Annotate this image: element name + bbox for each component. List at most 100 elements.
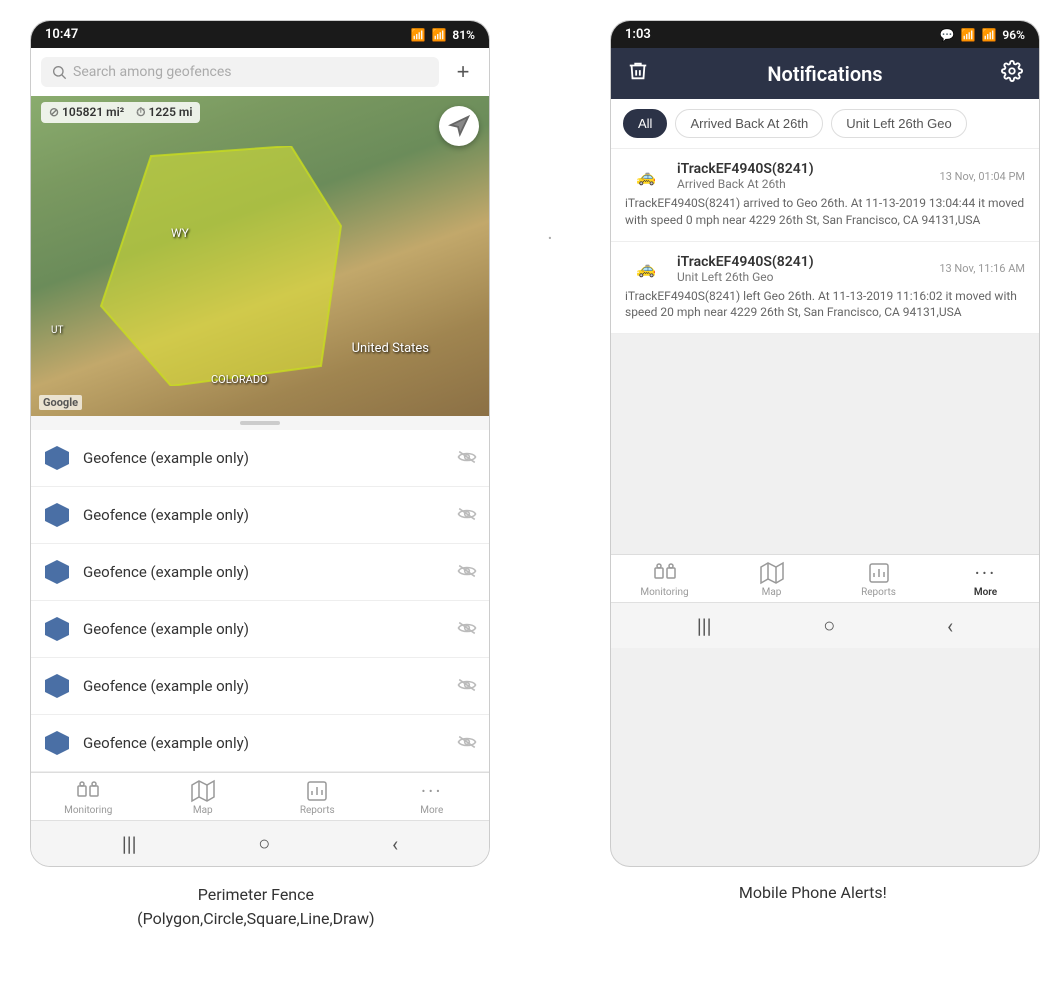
monitoring-icon	[76, 779, 100, 803]
geofence-name: Geofence (example only)	[83, 563, 445, 581]
map-navigation-button[interactable]	[439, 106, 479, 146]
right-recent-apps-button[interactable]: |||	[697, 614, 712, 638]
right-back-button[interactable]: ‹	[947, 614, 953, 638]
right-nav-more[interactable]: ··· More	[932, 561, 1039, 598]
caption-spacer	[522, 877, 562, 931]
empty-state-area	[611, 334, 1039, 554]
left-time: 10:47	[45, 27, 78, 42]
search-placeholder: Search among geofences	[73, 64, 232, 80]
add-geofence-button[interactable]: +	[447, 56, 479, 88]
filter-all-tab[interactable]: All	[623, 109, 667, 138]
right-status-bar: 1:03 💬 📶 📶 96%	[611, 21, 1039, 48]
captions-row: Perimeter Fence (Polygon,Circle,Square,L…	[0, 867, 1054, 931]
nav-more-label: More	[420, 805, 443, 816]
map-dist-stat: ⏱ 1225 mi	[136, 105, 192, 120]
scroll-dot	[240, 421, 280, 425]
right-nav-map[interactable]: Map	[718, 561, 825, 598]
nav-map-label: Map	[193, 805, 213, 816]
notif-header-1: 🚕 iTrackEF4940S(8241) Arrived Back At 26…	[625, 161, 1025, 191]
hide-icon[interactable]	[457, 448, 477, 469]
map-label-ut: UT	[51, 325, 63, 336]
home-button[interactable]: ○	[258, 831, 270, 856]
delete-button[interactable]	[627, 60, 649, 87]
filter-tabs: All Arrived Back At 26th Unit Left 26th …	[611, 99, 1039, 149]
list-item[interactable]: Geofence (example only)	[31, 658, 489, 715]
left-phone: 10:47 📶 📶 81% Search among geofences +	[30, 20, 490, 867]
list-item[interactable]: Geofence (example only)	[31, 544, 489, 601]
wifi-icon: 📶	[411, 28, 426, 42]
notifications-title: Notifications	[661, 62, 989, 86]
map-area: ⊘ 105821 mi² ⏱ 1225 mi WY United States …	[31, 96, 489, 416]
geofence-icon	[43, 615, 71, 643]
filter-arrived-tab[interactable]: Arrived Back At 26th	[675, 109, 823, 138]
right-nav-reports[interactable]: Reports	[825, 561, 932, 598]
nav-more[interactable]: ··· More	[375, 779, 490, 816]
hide-icon[interactable]	[457, 676, 477, 697]
left-caption-text: Perimeter Fence (Polygon,Circle,Square,L…	[137, 885, 374, 928]
hide-icon[interactable]	[457, 619, 477, 640]
right-map-icon	[760, 561, 784, 585]
notif-time-1: 13 Nov, 01:04 PM	[940, 170, 1025, 183]
google-logo: Google	[39, 395, 82, 410]
search-input-wrap[interactable]: Search among geofences	[41, 57, 439, 87]
settings-button[interactable]	[1001, 60, 1023, 87]
geofence-name: Geofence (example only)	[83, 677, 445, 695]
right-time: 1:03	[625, 27, 651, 42]
right-caption-text: Mobile Phone Alerts!	[739, 883, 887, 902]
nav-reports[interactable]: Reports	[260, 779, 375, 816]
left-battery: 81%	[452, 28, 475, 42]
hide-icon[interactable]	[457, 505, 477, 526]
map-label-wy: WY	[171, 226, 189, 240]
notif-body-1: iTrackEF4940S(8241) arrived to Geo 26th.…	[625, 195, 1025, 229]
hide-icon[interactable]	[457, 733, 477, 754]
hide-icon[interactable]	[457, 562, 477, 583]
list-item[interactable]: Geofence (example only)	[31, 430, 489, 487]
left-status-icons: 📶 📶 81%	[411, 28, 475, 42]
map-stats: ⊘ 105821 mi² ⏱ 1225 mi	[41, 102, 200, 123]
nav-reports-label: Reports	[300, 805, 335, 816]
geofence-name: Geofence (example only)	[83, 734, 445, 752]
right-nav-monitoring[interactable]: Monitoring	[611, 561, 718, 598]
notif-event-1: Arrived Back At 26th	[677, 177, 930, 191]
list-item[interactable]: Geofence (example only)	[31, 715, 489, 772]
right-more-icon: ···	[975, 561, 997, 585]
nav-map[interactable]: Map	[146, 779, 261, 816]
right-nav-more-label: More	[974, 587, 997, 598]
notif-info-2: iTrackEF4940S(8241) Unit Left 26th Geo	[677, 254, 929, 284]
right-monitoring-icon	[653, 561, 677, 585]
right-phone: 1:03 💬 📶 📶 96% Notifications	[610, 20, 1040, 867]
signal-icon: 📶	[431, 28, 446, 42]
notif-header-2: 🚕 iTrackEF4940S(8241) Unit Left 26th Geo…	[625, 254, 1025, 284]
right-status-icons: 💬 📶 📶 96%	[940, 28, 1025, 42]
geofence-name: Geofence (example only)	[83, 506, 445, 524]
scroll-indicator	[31, 416, 489, 430]
geofence-list: Geofence (example only) Geofence (exampl…	[31, 430, 489, 772]
filter-left-tab[interactable]: Unit Left 26th Geo	[831, 109, 967, 138]
list-item[interactable]: Geofence (example only)	[31, 487, 489, 544]
right-wifi-icon: 📶	[961, 28, 976, 42]
car-emoji-1: 🚕	[636, 167, 656, 186]
right-home-button[interactable]: ○	[823, 613, 835, 638]
main-container: 10:47 📶 📶 81% Search among geofences +	[0, 0, 1054, 867]
reports-icon	[305, 779, 329, 803]
map-label-us: United States	[352, 341, 429, 356]
search-icon	[51, 64, 67, 80]
notification-item-1[interactable]: 🚕 iTrackEF4940S(8241) Arrived Back At 26…	[611, 149, 1039, 242]
notification-item-2[interactable]: 🚕 iTrackEF4940S(8241) Unit Left 26th Geo…	[611, 242, 1039, 335]
right-battery: 96%	[1002, 28, 1025, 42]
car-emoji-2: 🚕	[636, 259, 656, 278]
notif-event-2: Unit Left 26th Geo	[677, 270, 929, 284]
notif-body-2: iTrackEF4940S(8241) left Geo 26th. At 11…	[625, 288, 1025, 322]
geofence-icon	[43, 501, 71, 529]
recent-apps-button[interactable]: |||	[122, 832, 137, 856]
right-home-bar: ||| ○ ‹	[611, 602, 1039, 648]
left-home-bar: ||| ○ ‹	[31, 820, 489, 866]
back-button[interactable]: ‹	[392, 832, 398, 856]
map-background: ⊘ 105821 mi² ⏱ 1225 mi WY United States …	[31, 96, 489, 416]
left-bottom-nav: Monitoring Map Reports ··· More	[31, 772, 489, 820]
geofence-icon	[43, 672, 71, 700]
nav-monitoring[interactable]: Monitoring	[31, 779, 146, 816]
left-caption: Perimeter Fence (Polygon,Circle,Square,L…	[30, 877, 482, 931]
list-item[interactable]: Geofence (example only)	[31, 601, 489, 658]
geofence-icon	[43, 558, 71, 586]
